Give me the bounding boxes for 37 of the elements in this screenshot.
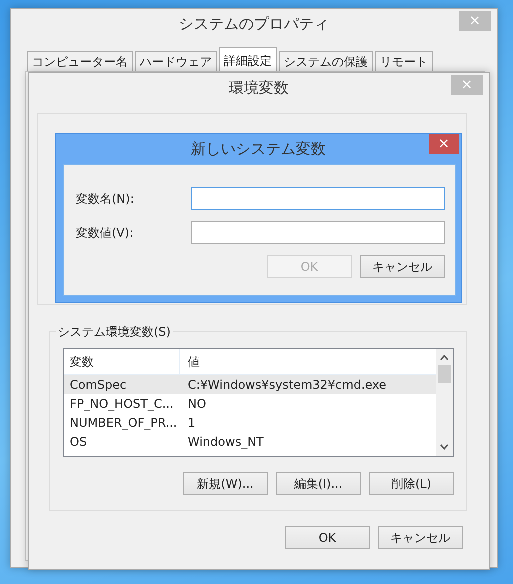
window-title: システムのプロパティ bbox=[179, 14, 329, 35]
dialog-button[interactable]: キャンセル bbox=[378, 526, 463, 549]
tab[interactable]: ハードウェア bbox=[135, 51, 217, 71]
dialog-title: 新しいシステム変数 bbox=[191, 138, 326, 160]
scroll-thumb[interactable] bbox=[438, 365, 451, 383]
variable-value: Windows_NT bbox=[187, 434, 265, 450]
tab[interactable]: リモート bbox=[375, 51, 433, 71]
close-button[interactable]: × bbox=[429, 134, 459, 154]
tab[interactable]: コンピューター名 bbox=[27, 51, 133, 71]
scroll-down-icon[interactable] bbox=[440, 444, 449, 450]
list-row[interactable]: FP_NO_HOST_C... NO bbox=[64, 394, 436, 413]
column-header[interactable]: 値 bbox=[180, 352, 436, 370]
variable-name: OS bbox=[69, 434, 88, 450]
scrollbar[interactable] bbox=[436, 349, 453, 456]
input-field[interactable] bbox=[191, 187, 445, 210]
variable-value: 1 bbox=[187, 414, 197, 432]
group-label: システム環境変数(S) bbox=[56, 323, 173, 341]
dialog-button[interactable]: OK bbox=[285, 526, 370, 549]
field-label: 変数値(V): bbox=[76, 224, 134, 242]
list-row[interactable]: OS Windows_NT bbox=[64, 432, 436, 451]
field-label: 変数名(N): bbox=[76, 190, 134, 208]
variable-name: NUMBER_OF_PR... bbox=[69, 414, 178, 432]
tab[interactable]: 詳細設定 bbox=[219, 47, 277, 71]
tab[interactable]: システムの保護 bbox=[279, 51, 373, 71]
variable-value: NO bbox=[187, 396, 208, 412]
scroll-up-icon[interactable] bbox=[440, 355, 449, 361]
input-field[interactable] bbox=[191, 221, 445, 244]
dialog-button[interactable]: 編集(I)... bbox=[276, 472, 361, 495]
dialog-button[interactable]: キャンセル bbox=[360, 255, 445, 278]
list-row[interactable]: ComSpec C:¥Windows¥system32¥cmd.exe bbox=[64, 375, 436, 394]
dialog-button[interactable]: 新規(W)... bbox=[183, 472, 268, 495]
dialog-button[interactable]: 削除(L) bbox=[369, 472, 454, 495]
variable-name: FP_NO_HOST_C... bbox=[69, 396, 175, 412]
window-title: 環境変数 bbox=[229, 78, 289, 99]
list-row[interactable]: NUMBER_OF_PR... 1 bbox=[64, 413, 436, 432]
variable-value: C:¥Windows¥system32¥cmd.exe bbox=[187, 376, 388, 394]
variable-name: ComSpec bbox=[69, 376, 128, 394]
